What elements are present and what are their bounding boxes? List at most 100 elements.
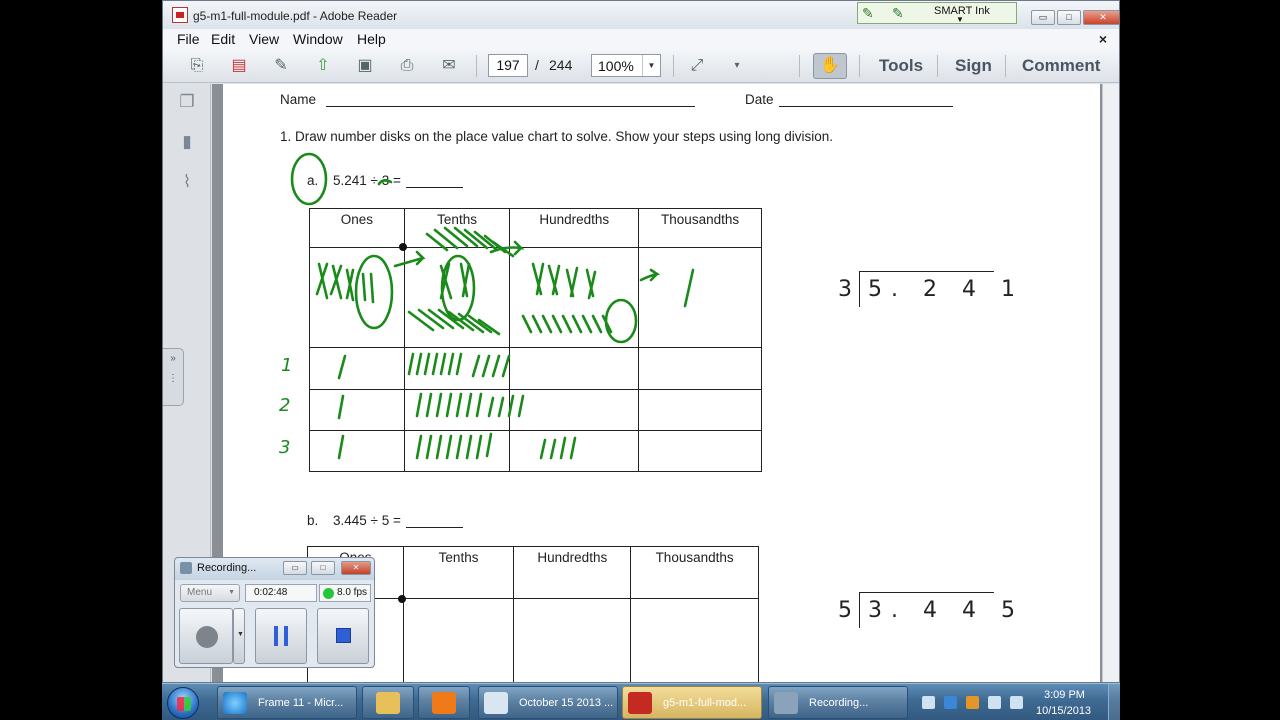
fit-page-icon[interactable]: ⤢: [685, 54, 709, 78]
start-button[interactable]: [167, 687, 199, 719]
menu-bar: File Edit View Window Help ×: [163, 29, 1119, 49]
screen-recorder-window: Recording... ▭ □ ✕ Menu ▼ 0:02:48 8.0 fp…: [174, 557, 375, 668]
header-tenths: Tenths: [402, 546, 515, 599]
menu-help[interactable]: Help: [357, 31, 386, 47]
folder-icon: [376, 692, 400, 714]
ink-group-circle-hundredths: [604, 298, 638, 344]
taskbar-notebook-button[interactable]: October 15 2013 ...: [478, 686, 618, 719]
pdf-icon: [628, 692, 652, 714]
upload-icon[interactable]: ⇧: [311, 54, 335, 78]
recorder-title-bar[interactable]: Recording... ▭ □ ✕: [175, 558, 374, 580]
part-b-answer-line: [406, 527, 463, 528]
pdf-icon[interactable]: ▤: [227, 54, 251, 78]
fps-value: 8.0 fps: [337, 587, 368, 598]
more-tools-icon[interactable]: ▾: [725, 54, 749, 78]
tools-button[interactable]: Tools: [879, 56, 923, 76]
header-hundredths: Hundredths: [513, 546, 632, 599]
zoom-value: 100%: [598, 58, 634, 74]
ink-row-3: [337, 432, 577, 460]
bookmark-icon[interactable]: ▮: [177, 132, 197, 154]
ink-tenths-bottom: [407, 308, 501, 336]
show-desktop-button[interactable]: [1108, 684, 1120, 720]
status-dot-icon: [323, 588, 334, 599]
display-icon[interactable]: [988, 696, 1001, 709]
page-separator: /: [535, 57, 539, 73]
row-number-1: 1: [281, 355, 292, 376]
hand-icon: ✋: [820, 57, 840, 74]
ink-tenths-top: [425, 226, 515, 258]
recorder-menu-button[interactable]: Menu ▼: [180, 584, 240, 602]
ink-group-circle-ones: [354, 254, 394, 330]
title-bar[interactable]: g5-m1-full-module.pdf - Adobe Reader ✎ ✎…: [163, 1, 1119, 29]
menu-window[interactable]: Window: [293, 31, 343, 47]
recorder-minimize-button[interactable]: ▭: [283, 561, 307, 575]
pdf-app-icon: [172, 7, 188, 23]
toolbar-separator: [1005, 55, 1006, 77]
recorder-maximize-button[interactable]: □: [311, 561, 335, 575]
network-sync-icon[interactable]: [944, 696, 957, 709]
ink-hundredths-disks: [531, 262, 597, 300]
toolbar: ⎘ ▤ ✎ ⇧ ▣ ⎙ ✉ 197 / 244 100% ▼ ⤢ ▾ ✋ Too…: [163, 49, 1119, 83]
record-options-button[interactable]: ▼: [233, 608, 245, 664]
table-dot: [398, 595, 406, 603]
save-icon[interactable]: ▣: [353, 54, 377, 78]
smart-ink-toolbar[interactable]: ✎ ✎ SMART Ink ▼: [857, 2, 1017, 24]
ink-pen-icon[interactable]: ✎: [862, 5, 890, 21]
sign-button[interactable]: Sign: [955, 56, 992, 76]
close-button[interactable]: ✕: [1083, 10, 1119, 25]
screen: g5-m1-full-module.pdf - Adobe Reader ✎ ✎…: [0, 0, 1280, 720]
taskbar-label: Recording...: [809, 697, 869, 709]
underline-three: [377, 179, 393, 186]
taskbar-label: g5-m1-full-mod...: [663, 697, 747, 709]
page-number-input[interactable]: 197: [488, 54, 528, 77]
ink-select-icon[interactable]: ✎: [892, 5, 920, 21]
record-icon: [196, 626, 218, 648]
taskbar-media-button[interactable]: [418, 686, 470, 719]
recording-time: 0:02:48: [245, 584, 317, 602]
vertical-scrollbar[interactable]: [1102, 84, 1119, 682]
taskbar-ie-button[interactable]: Frame 11 - Micr...: [217, 686, 357, 719]
attachment-icon[interactable]: ⌇: [177, 172, 197, 194]
print-icon[interactable]: ⎙: [395, 54, 419, 78]
menu-edit[interactable]: Edit: [211, 31, 235, 47]
email-icon[interactable]: ✉: [437, 54, 461, 78]
pause-button[interactable]: [255, 608, 307, 664]
menu-view[interactable]: View: [249, 31, 279, 47]
ink-ones-disks: [315, 262, 375, 304]
taskbar-recorder-button[interactable]: Recording...: [768, 686, 908, 719]
stop-button[interactable]: [317, 608, 369, 664]
close-document-icon[interactable]: ×: [1099, 31, 1107, 47]
minimize-button[interactable]: ▭: [1031, 10, 1055, 25]
ink-row-1: [337, 352, 511, 380]
part-b-expression: 3.445 ÷ 5 =: [333, 513, 401, 528]
stop-icon: [336, 628, 351, 643]
taskbar-reader-button[interactable]: g5-m1-full-mod...: [622, 686, 762, 719]
volume-icon[interactable]: [1010, 696, 1023, 709]
menu-file[interactable]: File: [177, 31, 200, 47]
chevron-down-icon[interactable]: ▼: [642, 55, 660, 76]
edit-icon[interactable]: ✎: [269, 54, 293, 78]
record-button[interactable]: [179, 608, 233, 664]
maximize-button[interactable]: □: [1057, 10, 1081, 25]
usb-icon[interactable]: [922, 696, 935, 709]
clock-time[interactable]: 3:09 PM: [1044, 689, 1085, 701]
ink-arrow-ones: [393, 250, 426, 268]
hand-tool-button[interactable]: ✋: [813, 53, 847, 79]
row-number-3: 3: [279, 437, 290, 458]
chevron-down-icon: ▼: [228, 589, 235, 596]
recorder-close-button[interactable]: ✕: [341, 561, 371, 575]
ink-thousandths-disk: [683, 268, 695, 308]
recorder-title: Recording...: [197, 562, 257, 574]
comment-button[interactable]: Comment: [1022, 56, 1100, 76]
pages-icon[interactable]: ❐: [177, 92, 197, 114]
zoom-select[interactable]: 100% ▼: [591, 54, 661, 77]
app-tray-icon[interactable]: [966, 696, 979, 709]
header-thousandths: Thousandths: [630, 546, 759, 599]
clock-date[interactable]: 10/15/2013: [1036, 705, 1091, 717]
page-total: 244: [549, 57, 573, 73]
chevron-down-icon[interactable]: ▼: [956, 15, 964, 24]
taskbar-explorer-button[interactable]: [362, 686, 414, 719]
create-pdf-icon[interactable]: ⎘: [185, 54, 209, 78]
expand-panel-handle[interactable]: » ⋮: [163, 348, 184, 406]
taskbar: Frame 11 - Micr... October 15 2013 ... g…: [162, 683, 1120, 720]
